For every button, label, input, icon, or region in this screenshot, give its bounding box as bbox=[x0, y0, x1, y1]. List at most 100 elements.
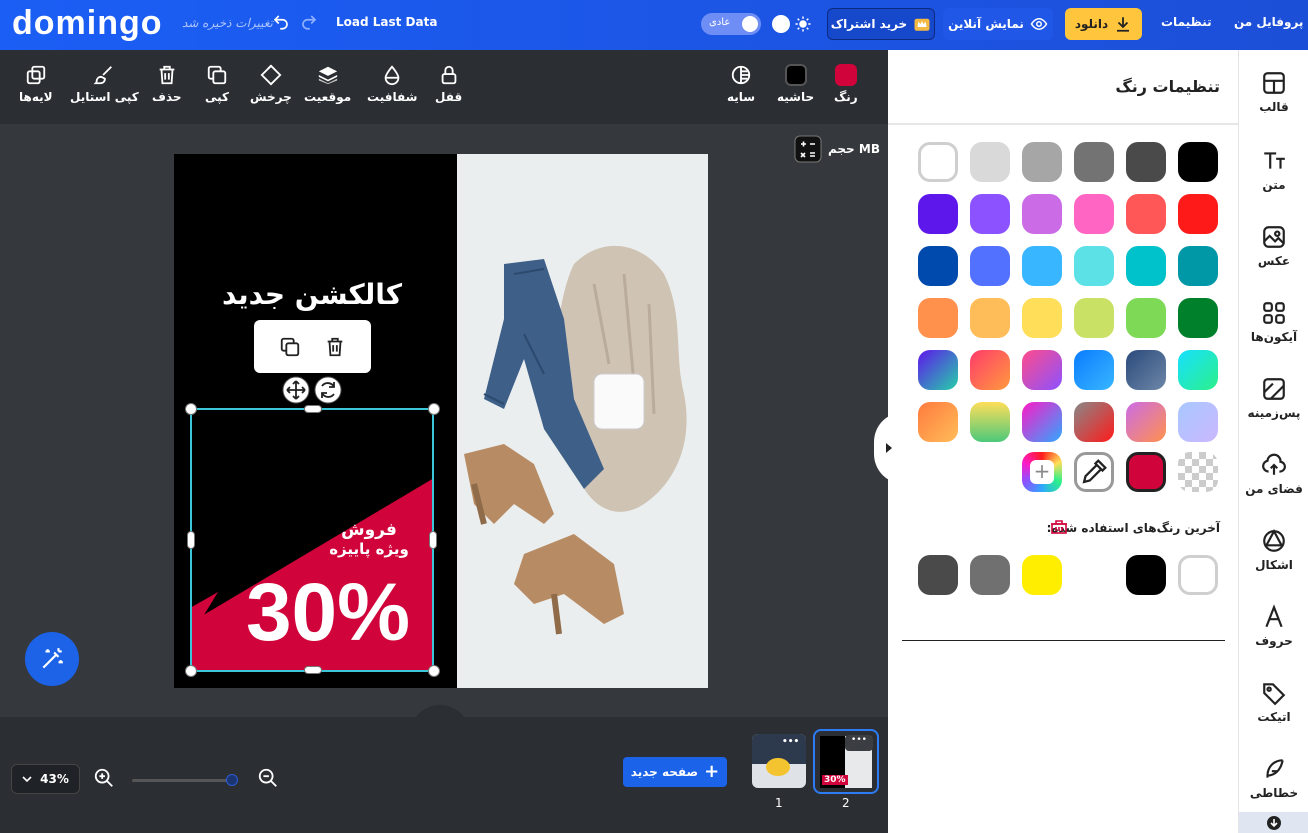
color-swatch[interactable] bbox=[1178, 194, 1218, 234]
color-swatch[interactable] bbox=[1178, 350, 1218, 390]
redo-icon[interactable] bbox=[300, 13, 318, 31]
recent-color-swatch[interactable] bbox=[1022, 555, 1062, 595]
color-swatch[interactable] bbox=[1126, 402, 1166, 442]
calculator-icon[interactable] bbox=[794, 135, 822, 163]
layers-button[interactable]: لایه‌ها bbox=[19, 64, 53, 104]
recent-color-swatch[interactable] bbox=[918, 555, 958, 595]
scroll-down-button[interactable] bbox=[1239, 812, 1308, 833]
color-swatch[interactable] bbox=[1178, 298, 1218, 338]
recent-color-swatch[interactable] bbox=[1178, 555, 1218, 595]
custom-color-button[interactable]: + bbox=[1022, 452, 1062, 492]
preview-button[interactable]: نمایش آنلاین bbox=[943, 8, 1053, 40]
color-swatch[interactable] bbox=[1074, 142, 1114, 182]
color-swatch[interactable] bbox=[1022, 350, 1062, 390]
shadow-button[interactable]: سایه bbox=[727, 64, 755, 104]
subscribe-button[interactable]: خرید اشتراک bbox=[827, 8, 935, 40]
resize-handle[interactable] bbox=[428, 665, 440, 677]
selection-box[interactable] bbox=[190, 408, 434, 672]
rotate-icon[interactable] bbox=[314, 376, 342, 404]
border-button[interactable]: حاشیه bbox=[777, 64, 814, 104]
rotate-button[interactable]: چرخش bbox=[250, 64, 292, 104]
color-swatch[interactable] bbox=[1074, 402, 1114, 442]
sidebar-item-fonts[interactable]: حروف bbox=[1239, 604, 1308, 648]
opacity-button[interactable]: شفافیت bbox=[367, 64, 417, 104]
sidebar-item-icons[interactable]: آیکون‌ها bbox=[1239, 300, 1308, 344]
resize-handle[interactable] bbox=[304, 405, 322, 413]
color-swatch[interactable] bbox=[1022, 142, 1062, 182]
sidebar-item-calligraphy[interactable]: خطاطی bbox=[1239, 756, 1308, 800]
magic-button[interactable] bbox=[25, 632, 79, 686]
sidebar-item-shapes[interactable]: اشکال bbox=[1239, 528, 1308, 572]
color-swatch[interactable] bbox=[1126, 298, 1166, 338]
sidebar-item-background[interactable]: پس‌زمینه bbox=[1239, 376, 1308, 420]
load-last-data-button[interactable]: Load Last Data bbox=[336, 15, 437, 29]
selected-color-swatch[interactable] bbox=[1126, 452, 1166, 492]
color-swatch[interactable] bbox=[918, 246, 958, 286]
clear-recent-icon[interactable] bbox=[1050, 519, 1068, 535]
sidebar-item-photos[interactable]: عکس bbox=[1239, 224, 1308, 268]
mode-toggle[interactable]: عادی bbox=[701, 13, 761, 35]
color-swatch[interactable] bbox=[1074, 350, 1114, 390]
zoom-slider[interactable] bbox=[132, 779, 232, 782]
color-swatch[interactable] bbox=[1178, 142, 1218, 182]
sidebar-item-my-space[interactable]: فضای من bbox=[1239, 452, 1308, 496]
resize-handle[interactable] bbox=[187, 531, 195, 549]
color-swatch[interactable] bbox=[1126, 350, 1166, 390]
eyedropper-button[interactable] bbox=[1074, 452, 1114, 492]
sun-icon[interactable] bbox=[794, 15, 812, 33]
color-swatch[interactable] bbox=[918, 142, 958, 182]
color-swatch[interactable] bbox=[970, 142, 1010, 182]
logo[interactable]: domingo bbox=[12, 4, 163, 43]
position-button[interactable]: موقعیت bbox=[304, 64, 351, 104]
color-swatch[interactable] bbox=[970, 298, 1010, 338]
design-page[interactable]: کالکشن جدید متن ... شما فروش ویژه پاییزه… bbox=[174, 154, 708, 688]
zoom-out-icon[interactable] bbox=[257, 767, 279, 789]
color-swatch[interactable] bbox=[970, 350, 1010, 390]
color-swatch[interactable] bbox=[918, 194, 958, 234]
recent-color-swatch[interactable] bbox=[1126, 555, 1166, 595]
color-swatch[interactable] bbox=[1022, 246, 1062, 286]
resize-handle[interactable] bbox=[304, 666, 322, 674]
color-swatch[interactable] bbox=[918, 350, 958, 390]
color-swatch[interactable] bbox=[1178, 402, 1218, 442]
undo-icon[interactable] bbox=[272, 13, 290, 31]
lock-button[interactable]: قفل bbox=[435, 64, 462, 104]
zoom-select[interactable]: 43% bbox=[11, 764, 80, 794]
copy-style-button[interactable]: کپی استایل bbox=[70, 64, 139, 104]
delete-icon[interactable] bbox=[324, 336, 346, 358]
color-swatch[interactable] bbox=[1126, 194, 1166, 234]
resize-handle[interactable] bbox=[185, 403, 197, 415]
color-swatch[interactable] bbox=[970, 194, 1010, 234]
color-swatch[interactable] bbox=[1178, 246, 1218, 286]
color-swatch[interactable] bbox=[970, 246, 1010, 286]
color-swatch[interactable] bbox=[918, 402, 958, 442]
fill-color-button[interactable]: رنگ bbox=[834, 64, 858, 104]
resize-handle[interactable] bbox=[185, 665, 197, 677]
recent-color-swatch[interactable] bbox=[970, 555, 1010, 595]
color-swatch[interactable] bbox=[1022, 298, 1062, 338]
resize-handle[interactable] bbox=[428, 403, 440, 415]
color-swatch[interactable] bbox=[1126, 142, 1166, 182]
color-swatch[interactable] bbox=[1126, 246, 1166, 286]
page-thumbnail-active[interactable]: 30% ••• bbox=[813, 729, 879, 794]
profile-link[interactable]: پروفایل من bbox=[1234, 15, 1303, 29]
color-swatch[interactable] bbox=[1074, 298, 1114, 338]
sidebar-item-labels[interactable]: اتیکت bbox=[1239, 680, 1308, 724]
resize-handle[interactable] bbox=[429, 531, 437, 549]
move-icon[interactable] bbox=[282, 376, 310, 404]
download-button[interactable]: دانلود bbox=[1065, 8, 1142, 40]
color-swatch[interactable] bbox=[1074, 194, 1114, 234]
page-thumbnail[interactable]: ••• bbox=[752, 734, 806, 788]
copy-button[interactable]: کپی bbox=[205, 64, 229, 104]
zoom-slider-thumb[interactable] bbox=[226, 774, 238, 786]
duplicate-icon[interactable] bbox=[279, 336, 301, 358]
sidebar-item-text[interactable]: متن bbox=[1239, 148, 1308, 192]
delete-button[interactable]: حذف bbox=[152, 64, 182, 104]
headline-text[interactable]: کالکشن جدید bbox=[204, 278, 420, 311]
zoom-in-icon[interactable] bbox=[93, 767, 115, 789]
transparent-swatch[interactable] bbox=[1178, 452, 1218, 492]
color-swatch[interactable] bbox=[1074, 246, 1114, 286]
color-swatch[interactable] bbox=[1022, 194, 1062, 234]
sidebar-item-templates[interactable]: قالب bbox=[1239, 70, 1308, 114]
color-swatch[interactable] bbox=[970, 402, 1010, 442]
